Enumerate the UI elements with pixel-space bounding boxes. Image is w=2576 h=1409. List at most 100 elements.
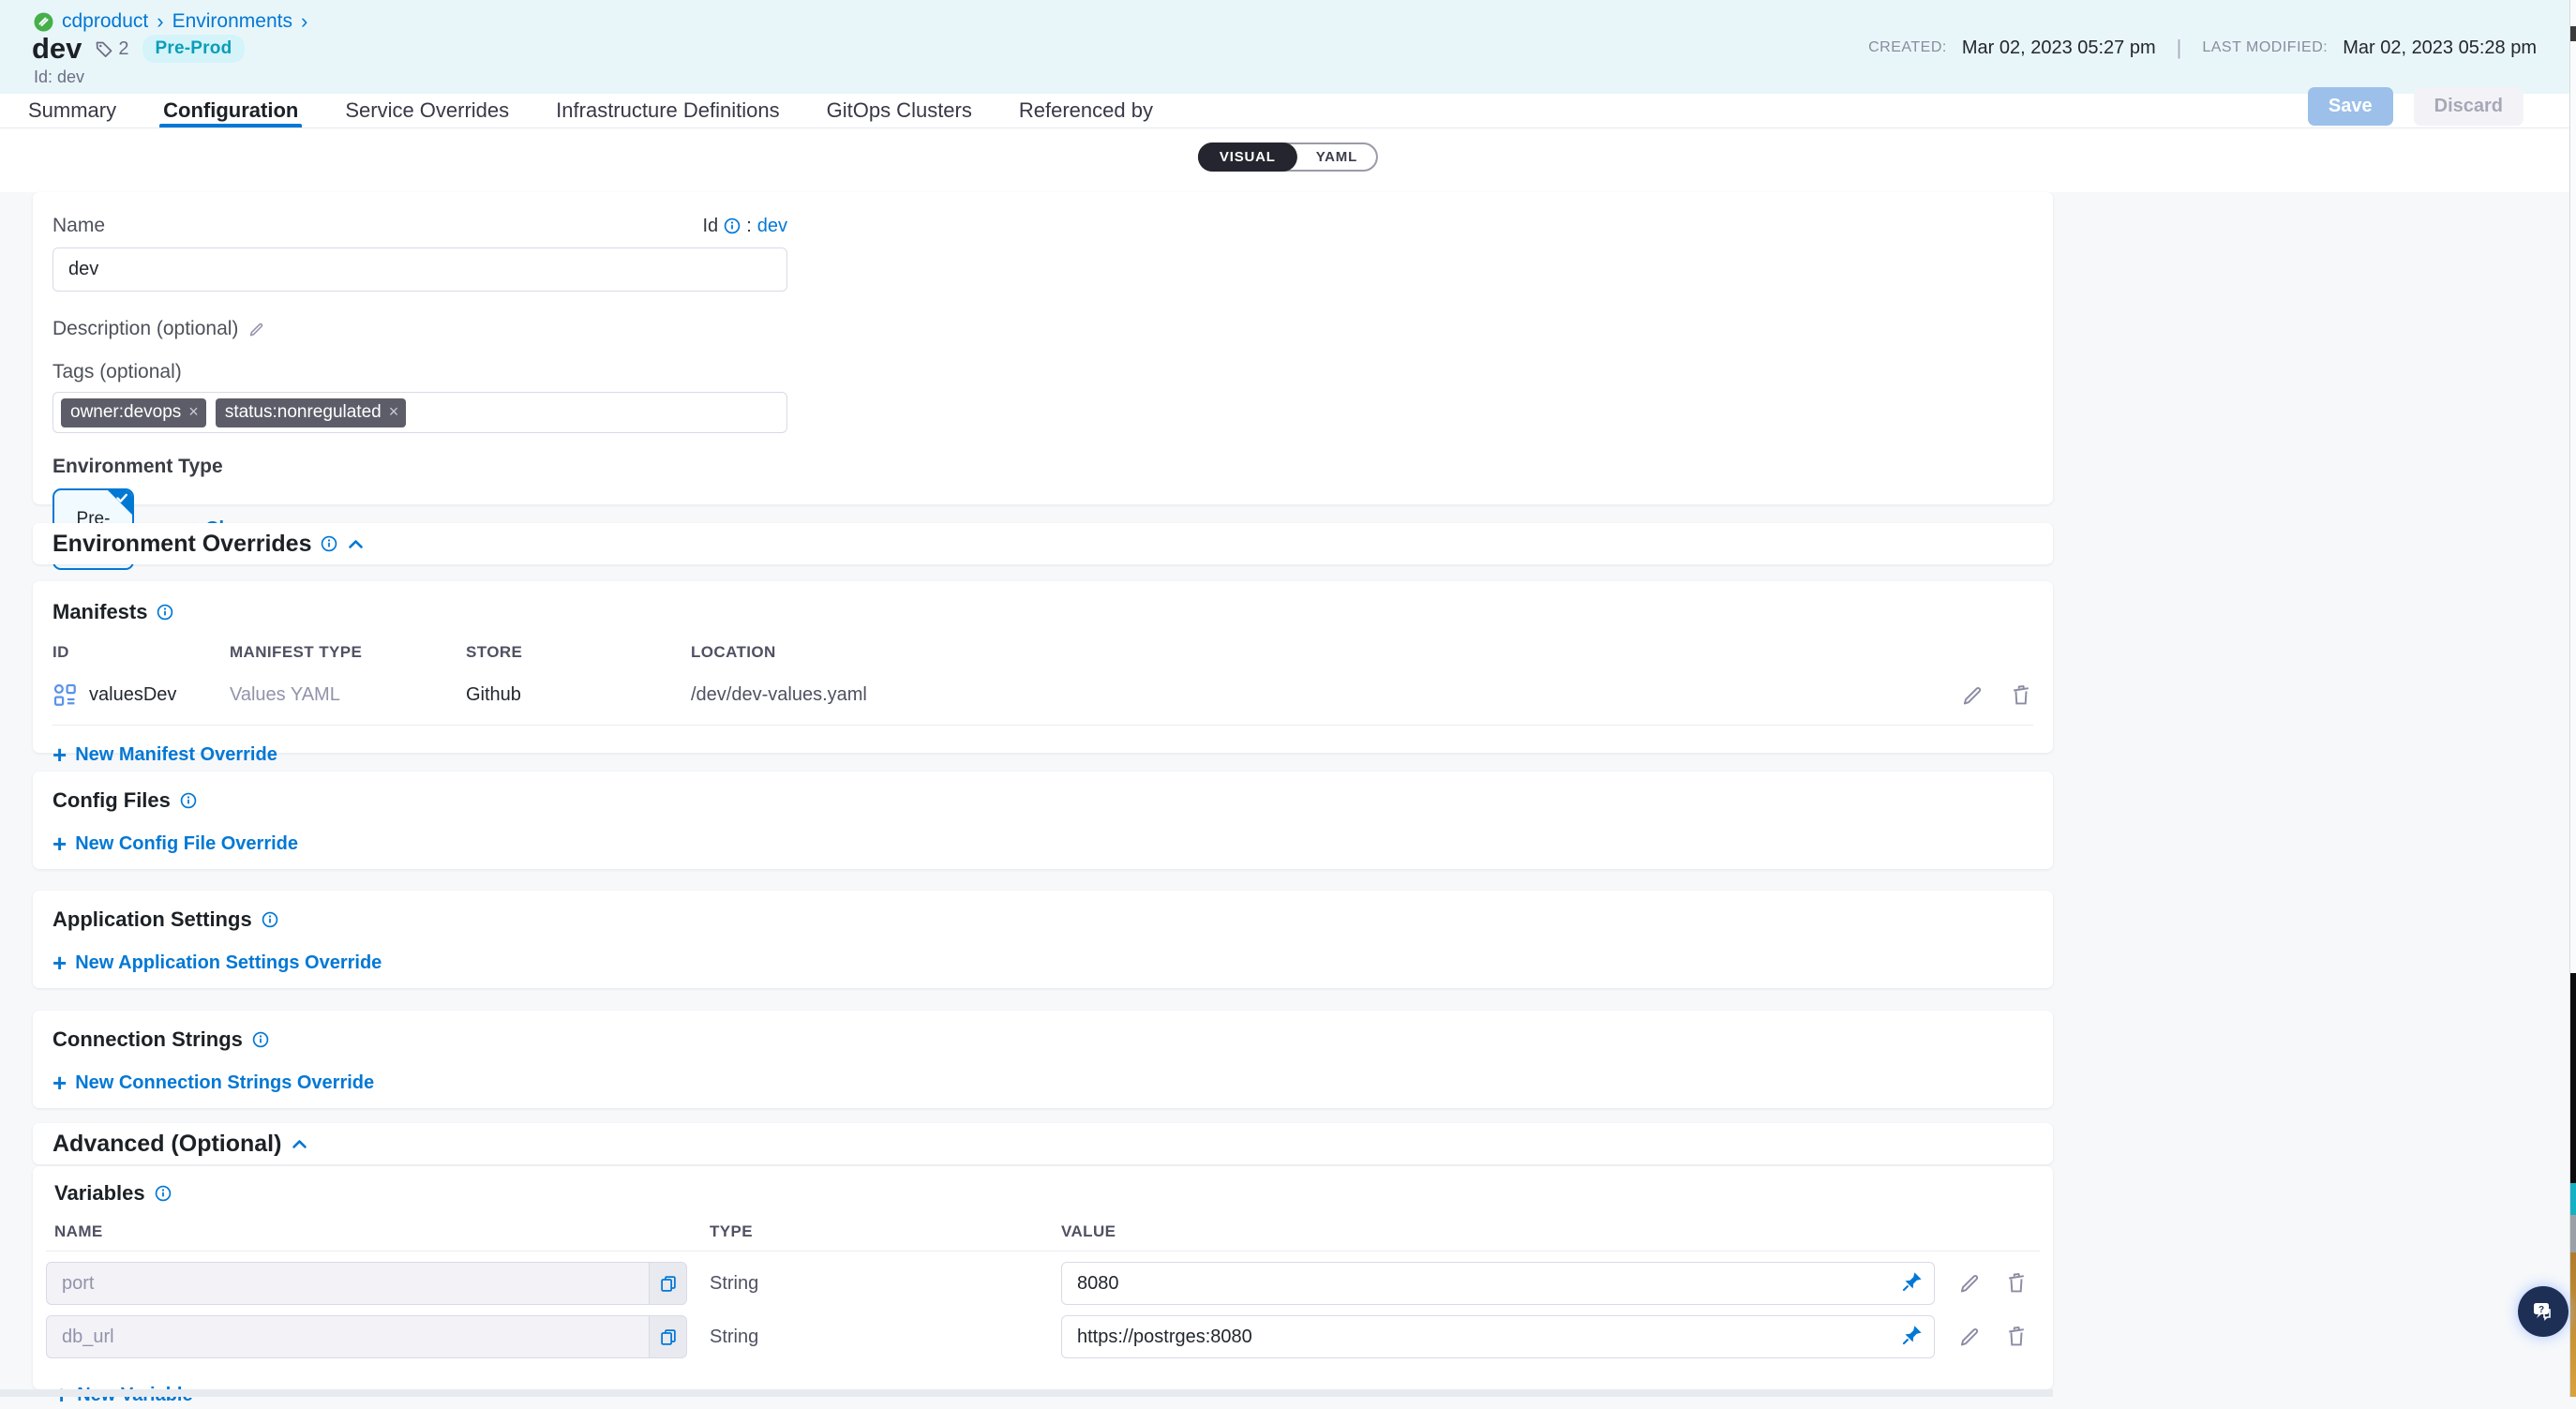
tag-chip-label: status:nonregulated (225, 402, 382, 423)
manifests-title: Manifests (52, 600, 147, 624)
variable-name-cell (46, 1262, 687, 1305)
variable-value-wrap (1061, 1315, 1935, 1358)
toggle-yaml[interactable]: YAML (1297, 142, 1376, 172)
plus-icon: + (52, 951, 67, 975)
config-files-title: Config Files (52, 788, 171, 813)
env-type-label: Environment Type (52, 456, 2033, 478)
id-label: Id: (34, 67, 52, 86)
page-title: dev (32, 32, 82, 66)
new-connection-strings-override-label: New Connection Strings Override (75, 1072, 374, 1094)
variable-name-input[interactable] (46, 1315, 687, 1358)
info-icon[interactable] (262, 911, 278, 928)
connection-strings-title: Connection Strings (52, 1027, 243, 1052)
delete-variable-trash-icon[interactable] (2004, 1325, 2029, 1349)
remove-tag-icon[interactable]: × (188, 402, 199, 422)
environment-overrides-heading: Environment Overrides (33, 523, 2053, 564)
variable-row: String (46, 1262, 2040, 1305)
tab-summary[interactable]: Summary (24, 94, 120, 127)
id-inline-value[interactable]: dev (757, 216, 787, 237)
col-type: TYPE (687, 1222, 1061, 1241)
name-input[interactable] (52, 247, 787, 292)
divider (52, 725, 2033, 726)
copy-icon[interactable] (649, 1263, 686, 1304)
selected-check-icon (103, 489, 133, 525)
variables-table-header: NAME TYPE VALUE (46, 1222, 2040, 1241)
tab-configuration[interactable]: Configuration (159, 94, 302, 127)
info-icon[interactable] (157, 604, 173, 621)
toggle-visual[interactable]: VISUAL (1198, 142, 1297, 172)
collapse-chevron-up-icon[interactable] (291, 1135, 308, 1153)
environment-overrides-title: Environment Overrides (52, 531, 311, 558)
manifest-id-value: valuesDev (89, 684, 176, 706)
variable-name-input[interactable] (46, 1262, 687, 1305)
breadcrumb-environments[interactable]: Environments (172, 10, 292, 33)
tag-chip-label: owner:devops (70, 402, 181, 423)
config-files-title-row: Config Files (52, 788, 2033, 813)
col-store: STORE (466, 643, 691, 662)
name-label-row: Name Id : dev (52, 215, 787, 237)
breadcrumb-project[interactable]: cdproduct (62, 10, 148, 33)
info-icon[interactable] (724, 217, 741, 234)
id-value: dev (57, 67, 84, 86)
variable-value-wrap (1061, 1262, 1935, 1305)
copy-icon[interactable] (649, 1316, 686, 1357)
name-label: Name (52, 215, 105, 237)
save-button[interactable]: Save (2308, 87, 2393, 126)
application-settings-title-row: Application Settings (52, 907, 2033, 932)
tag-chip: status:nonregulated × (216, 398, 406, 427)
config-files-card: Config Files + New Config File Override (33, 772, 2053, 869)
new-manifest-override-button[interactable]: + New Manifest Override (52, 742, 2033, 767)
id-inline-colon: : (746, 216, 752, 237)
tag-icon (95, 39, 113, 58)
info-icon[interactable] (180, 792, 197, 809)
new-connection-strings-override-button[interactable]: + New Connection Strings Override (52, 1071, 2033, 1095)
remove-tag-icon[interactable]: × (389, 402, 399, 422)
breadcrumb-separator: › (157, 9, 163, 34)
edit-description-pencil-icon[interactable] (247, 321, 265, 338)
modified-value: Mar 02, 2023 05:28 pm (2343, 37, 2537, 59)
edit-variable-pencil-icon[interactable] (1957, 1271, 1982, 1296)
delete-variable-trash-icon[interactable] (2004, 1271, 2029, 1296)
tags-input[interactable]: owner:devops × status:nonregulated × (52, 392, 787, 433)
new-config-file-override-button[interactable]: + New Config File Override (52, 832, 2033, 856)
manifests-table-header: ID MANIFEST TYPE STORE LOCATION (52, 643, 2033, 662)
col-manifest-type: MANIFEST TYPE (230, 643, 466, 662)
variables-card: Variables NAME TYPE VALUE String (33, 1166, 2053, 1389)
delete-manifest-trash-icon[interactable] (2009, 683, 2033, 708)
env-type-badge: Pre-Prod (142, 35, 246, 63)
manifests-title-row: Manifests (52, 600, 2033, 624)
tab-gitops-clusters[interactable]: GitOps Clusters (823, 94, 976, 127)
description-label: Description (optional) (52, 318, 238, 340)
variable-value-input[interactable] (1061, 1315, 1935, 1358)
manifest-location-value: /dev/dev-values.yaml (691, 684, 1921, 706)
tab-infrastructure-definitions[interactable]: Infrastructure Definitions (552, 94, 783, 127)
project-harness-icon (34, 12, 53, 32)
advanced-heading: Advanced (Optional) (33, 1123, 2053, 1164)
environment-form-card: Name Id : dev Description (optional) Tag… (33, 192, 2053, 504)
discard-button[interactable]: Discard (2414, 87, 2524, 126)
variable-name-cell (46, 1315, 687, 1358)
manifest-type-value: Values YAML (230, 684, 466, 706)
variable-value-cell (1061, 1315, 2040, 1358)
tab-actions: Save Discard (2308, 87, 2524, 126)
tag-chip: owner:devops × (61, 398, 206, 427)
variable-value-input[interactable] (1061, 1262, 1935, 1305)
edit-manifest-pencil-icon[interactable] (1960, 683, 1984, 708)
manifest-store-value: Github (466, 684, 691, 706)
tab-referenced-by[interactable]: Referenced by (1015, 94, 1157, 127)
pin-icon[interactable] (1901, 1324, 1924, 1351)
new-application-settings-override-button[interactable]: + New Application Settings Override (52, 951, 2033, 975)
info-icon[interactable] (252, 1031, 269, 1048)
col-name: NAME (46, 1222, 687, 1241)
edit-variable-pencil-icon[interactable] (1957, 1325, 1982, 1349)
new-config-file-override-label: New Config File Override (75, 833, 298, 855)
info-icon[interactable] (321, 535, 337, 552)
info-icon[interactable] (155, 1185, 172, 1202)
help-chat-button[interactable]: ? (2518, 1286, 2569, 1337)
variable-type-value: String (687, 1273, 1061, 1295)
tab-service-overrides[interactable]: Service Overrides (341, 94, 513, 127)
breadcrumb: cdproduct › Environments › (34, 9, 307, 34)
page-header: cdproduct › Environments › dev 2 Pre-Pro… (0, 0, 2576, 94)
collapse-chevron-up-icon[interactable] (347, 535, 365, 553)
pin-icon[interactable] (1901, 1270, 1924, 1297)
